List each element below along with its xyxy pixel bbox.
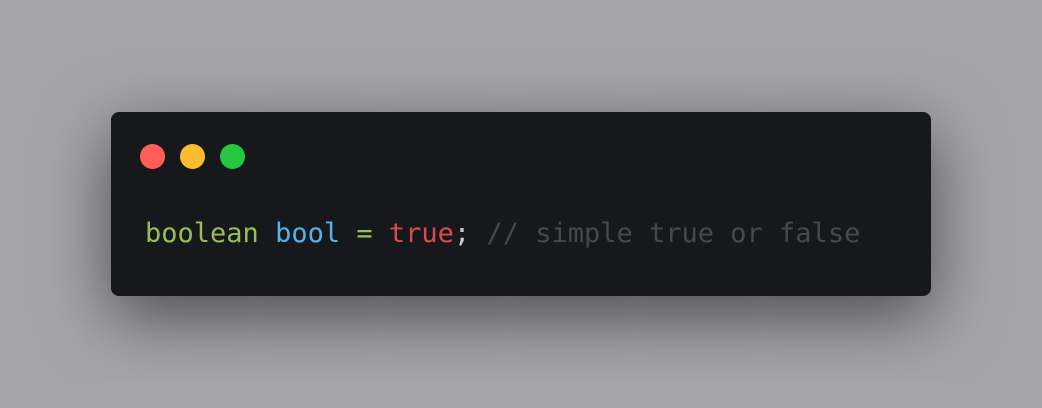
variable-name: bool [275,218,341,249]
window-controls [140,144,245,169]
code-line: boolean bool = true; // simple true or f… [145,216,860,252]
close-button[interactable] [140,144,165,169]
statement-terminator: ; [453,218,471,249]
minimize-button[interactable] [180,144,205,169]
type-keyword: boolean [145,218,259,249]
assignment-operator: = [356,218,373,249]
code-comment: // simple true or false [486,218,861,249]
maximize-button[interactable] [220,144,245,169]
boolean-literal: true [388,218,454,249]
code-window: boolean bool = true; // simple true or f… [111,112,931,296]
